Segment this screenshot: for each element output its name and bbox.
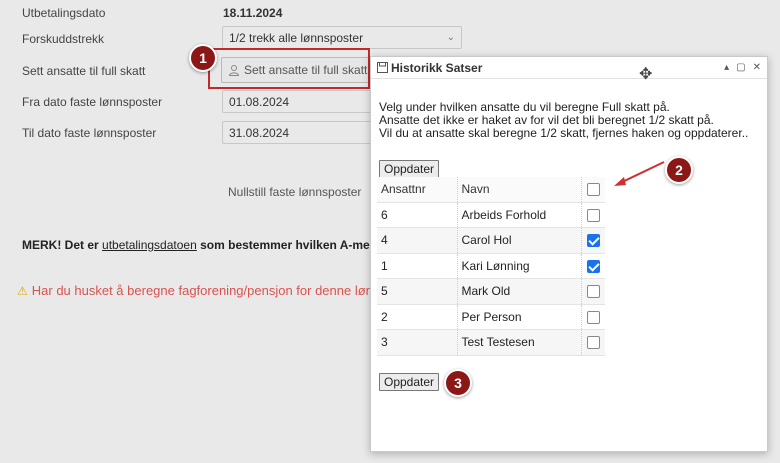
move-icon[interactable]: ✥ (639, 64, 652, 84)
employee-number: 5 (377, 278, 457, 305)
step-badge-3: 3 (444, 369, 472, 397)
dialog-intro: Velg under hvilken ansatte du vil beregn… (379, 100, 749, 140)
user-icon (228, 65, 240, 76)
full-tax-checkbox[interactable] (580, 278, 605, 305)
employee-name: Carol Hol (456, 227, 581, 254)
table-row[interactable]: 2 Per Person (377, 304, 605, 330)
employee-number: 2 (377, 304, 457, 330)
close-icon[interactable]: ✕ (753, 62, 761, 73)
warning-text: Har du husket å beregne fagforening/pens… (31, 283, 381, 298)
employee-number: 4 (377, 227, 457, 254)
full-tax-checkbox[interactable] (580, 253, 605, 279)
advance-label: Forskuddstrekk (22, 32, 105, 46)
table-row[interactable]: 1 Kari Lønning (377, 253, 605, 279)
employee-name: Test Testesen (456, 329, 581, 356)
minimize-icon[interactable]: ▴ (724, 62, 729, 73)
employee-name: Kari Lønning (456, 253, 581, 279)
table-row[interactable]: 3 Test Testesen (377, 329, 605, 356)
table-row[interactable]: 5 Mark Old (377, 278, 605, 305)
chevron-down-icon: ⌄ (446, 32, 455, 43)
full-tax-checkbox[interactable] (580, 304, 605, 330)
employee-name: Per Person (456, 304, 581, 330)
full-tax-checkbox[interactable] (580, 227, 605, 254)
step-badge-1: 1 (189, 44, 217, 72)
employee-number: 1 (377, 253, 457, 279)
employee-number: 3 (377, 329, 457, 356)
full-tax-checkbox[interactable] (580, 202, 605, 228)
employee-number: 6 (377, 202, 457, 228)
warning-message: ⚠ Har du husket å beregne fagforening/pe… (17, 283, 380, 298)
history-rates-dialog: Historikk Satser ▴ ▢ ✕ Velg under hvilke… (370, 56, 768, 452)
col-header-number[interactable]: Ansattnr (377, 177, 457, 203)
payment-date-value: 18.11.2024 (223, 6, 283, 20)
col-header-name[interactable]: Navn (456, 177, 581, 203)
update-button-bottom[interactable]: Oppdater (379, 373, 440, 391)
employee-name: Arbeids Forhold (456, 202, 581, 228)
advance-select[interactable]: 1/2 trekk alle lønnsposter ⌄ (222, 26, 462, 49)
select-all-checkbox[interactable] (580, 177, 605, 203)
set-full-tax-button[interactable]: Sett ansatte til full skatt (221, 57, 375, 83)
update-button-top[interactable]: Oppdater (379, 160, 440, 178)
dialog-header[interactable]: Historikk Satser ▴ ▢ ✕ (371, 57, 767, 79)
table-row[interactable]: 4 Carol Hol (377, 227, 605, 254)
arrow-icon (614, 161, 665, 186)
maximize-icon[interactable]: ▢ (736, 62, 745, 73)
set-full-tax-button-label: Sett ansatte til full skatt (244, 63, 368, 77)
full-tax-checkbox[interactable] (580, 329, 605, 356)
to-date-label: Til dato faste lønnsposter (22, 126, 157, 140)
reset-fixed-pay-button[interactable]: Nullstill faste lønnsposter (228, 185, 361, 199)
advance-select-value: 1/2 trekk alle lønnsposter (229, 30, 364, 45)
employee-table: Ansattnr Navn 6 Arbeids Forhold 4 Carol Hol… (377, 177, 605, 356)
full-tax-label: Sett ansatte til full skatt (22, 64, 146, 78)
dialog-title: Historikk Satser (391, 60, 483, 75)
table-row[interactable]: 6 Arbeids Forhold (377, 202, 605, 228)
warning-icon: ⚠ (17, 283, 28, 298)
save-icon (377, 62, 388, 73)
note-text: MERK! Det er utbetalingsdatoen som beste… (22, 238, 416, 252)
from-date-label: Fra dato faste lønnsposter (22, 95, 163, 109)
employee-name: Mark Old (456, 278, 581, 305)
step-badge-2: 2 (665, 156, 693, 184)
payment-date-label: Utbetalingsdato (22, 6, 106, 20)
note-link[interactable]: utbetalingsdatoen (102, 238, 197, 252)
